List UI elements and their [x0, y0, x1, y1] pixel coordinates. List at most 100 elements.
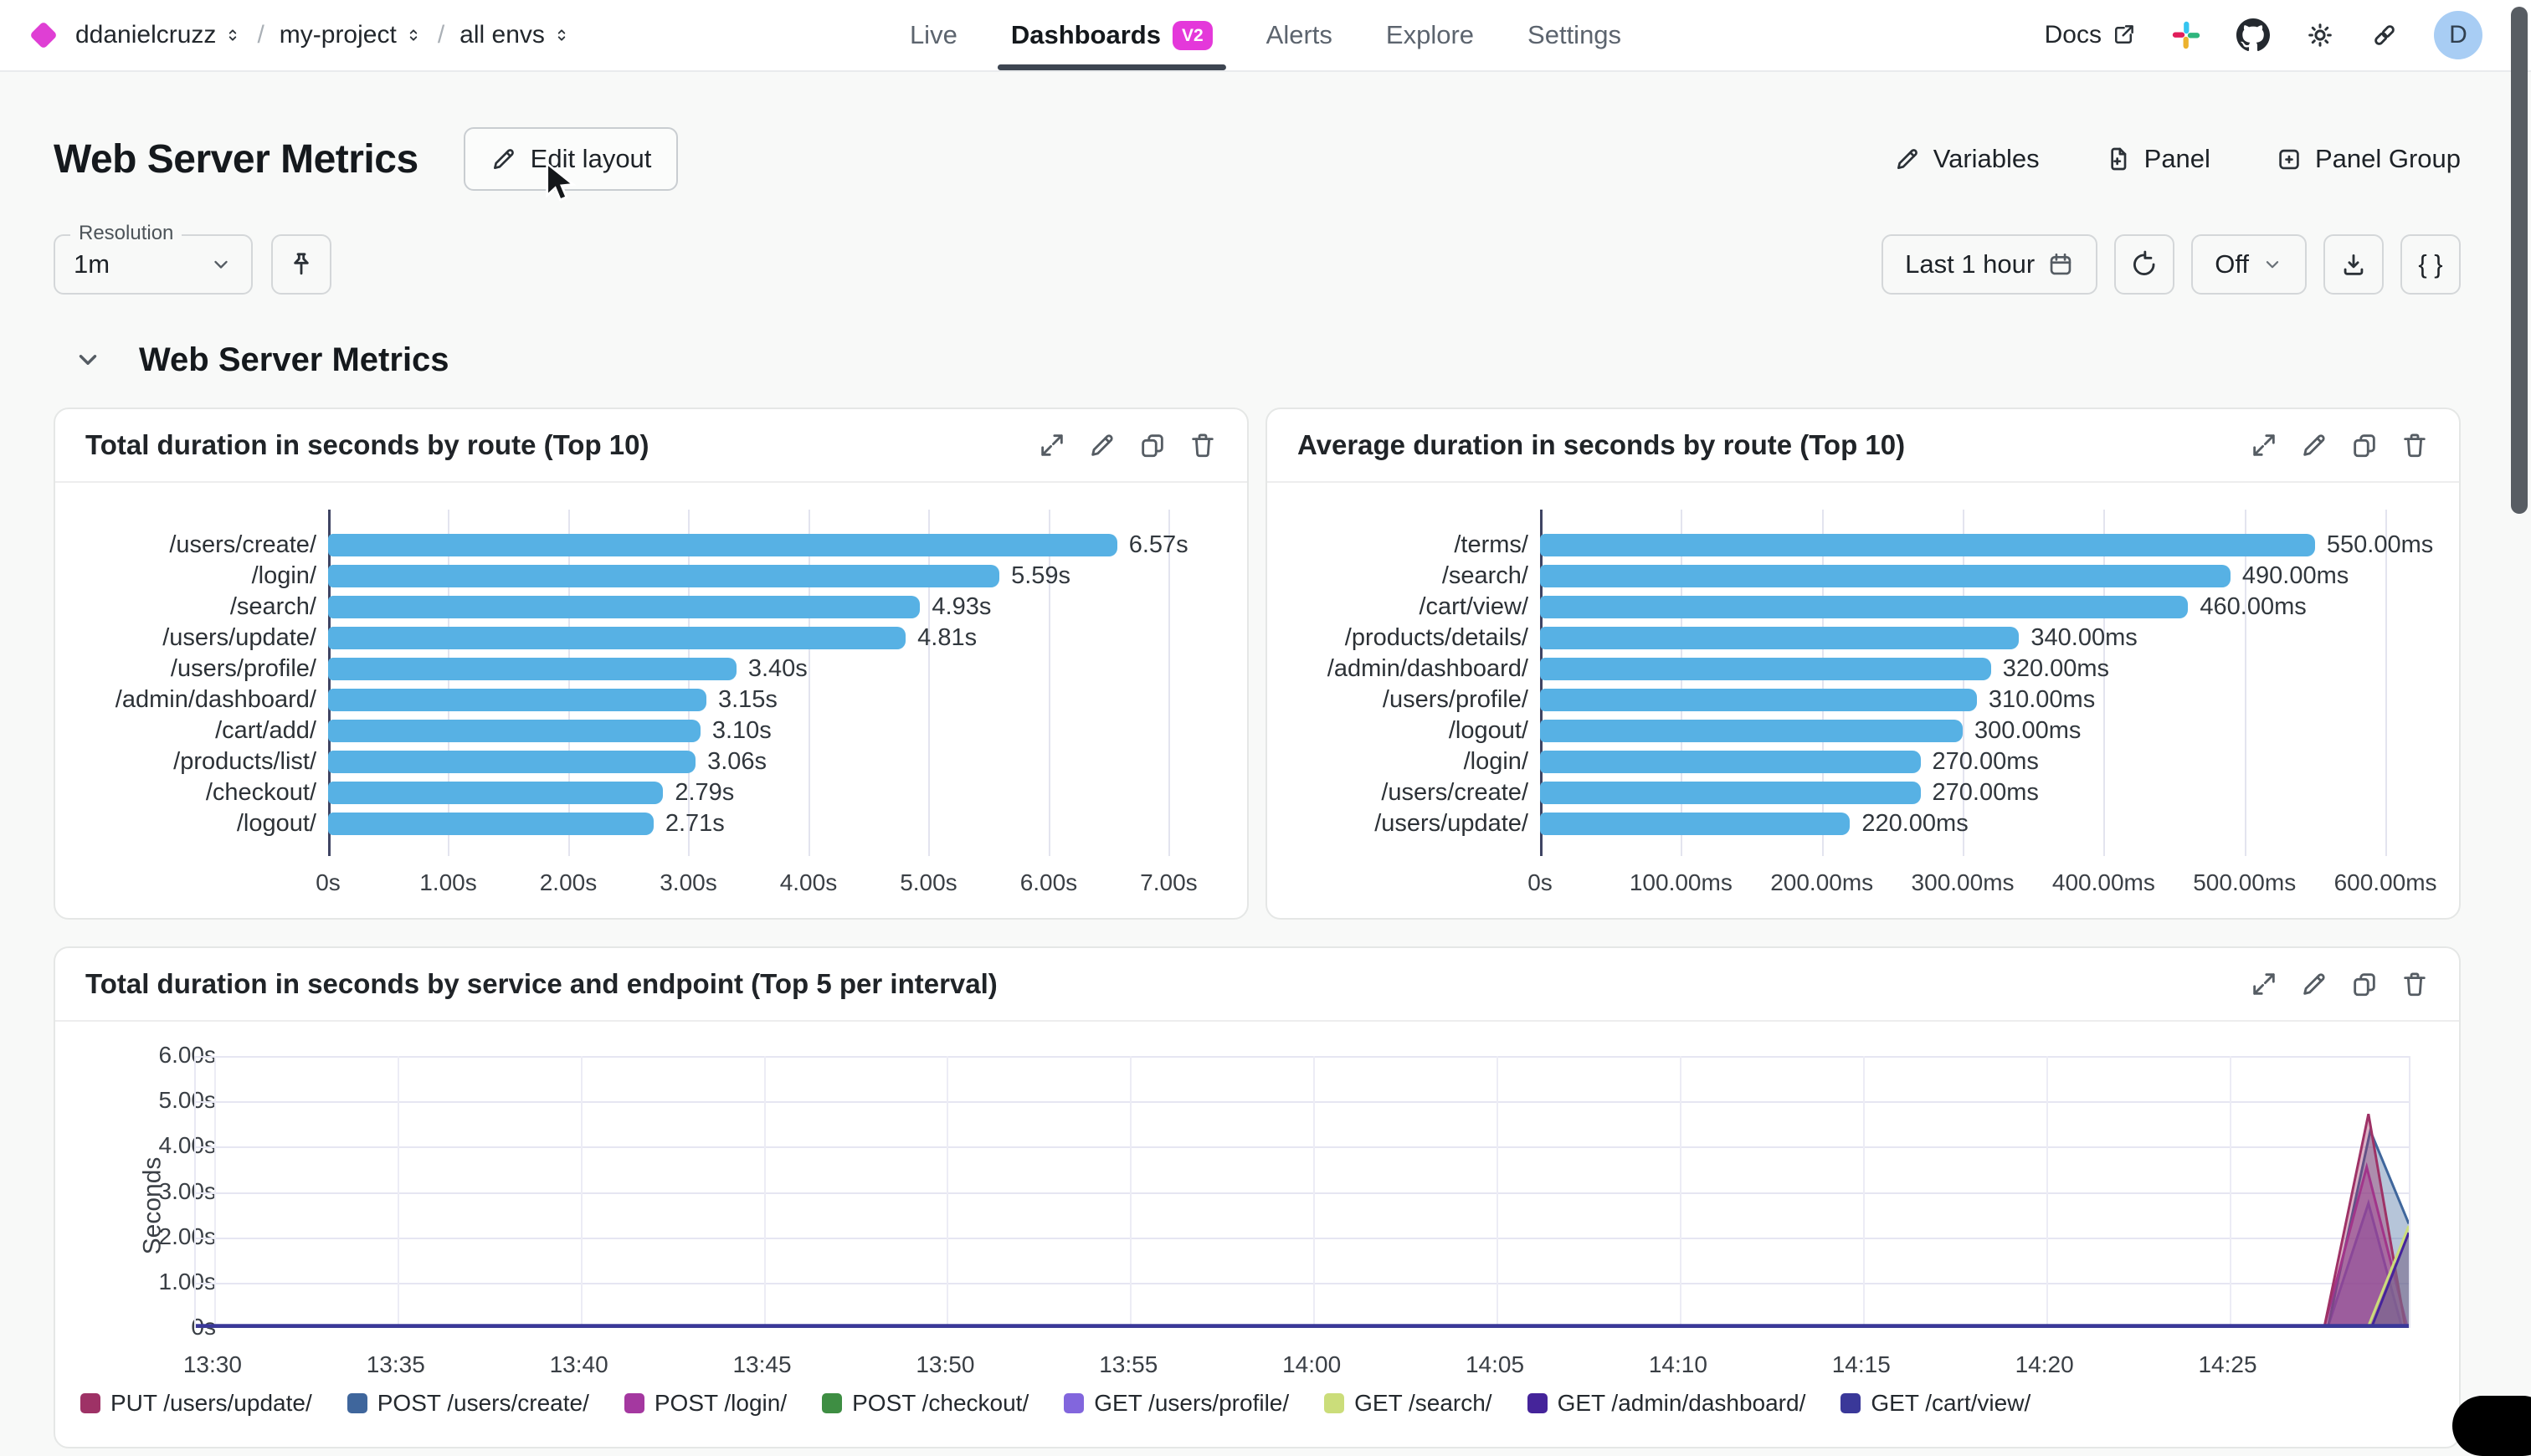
category-label: /users/update/	[1267, 808, 1528, 839]
user-avatar[interactable]: D	[2434, 11, 2482, 59]
tab-dashboards[interactable]: Dashboards V2	[1011, 0, 1213, 70]
legend-item[interactable]: GET /search/	[1324, 1390, 1491, 1417]
breadcrumb-project[interactable]: my-project	[280, 21, 423, 49]
delete-panel-icon[interactable]	[1188, 431, 1217, 459]
bar[interactable]	[328, 813, 654, 835]
series-area	[196, 1130, 2409, 1328]
bar[interactable]	[328, 689, 706, 711]
corner-widget[interactable]	[2452, 1396, 2531, 1456]
bar[interactable]	[1540, 627, 2019, 649]
top-navigation-bar: ddanielcruzz / my-project / all envs Liv…	[0, 0, 2531, 72]
bar[interactable]	[1540, 782, 1921, 804]
bar[interactable]	[1540, 813, 1850, 835]
chevron-down-icon	[2261, 254, 2283, 275]
axis-tick-label: 7.00s	[1140, 869, 1198, 896]
pin-resolution-button[interactable]	[271, 234, 331, 295]
download-icon	[2339, 250, 2368, 279]
bar[interactable]	[328, 596, 920, 618]
bar[interactable]	[328, 782, 663, 804]
calendar-icon	[2047, 251, 2074, 278]
duplicate-panel-icon[interactable]	[2350, 970, 2379, 998]
legend-item[interactable]: GET /cart/view/	[1840, 1390, 2030, 1417]
timeseries-svg	[196, 1056, 2409, 1328]
bar[interactable]	[328, 627, 906, 649]
add-panel-group-button[interactable]: Panel Group	[2276, 144, 2461, 174]
time-range-button[interactable]: Last 1 hour	[1882, 234, 2097, 295]
download-button[interactable]	[2323, 234, 2384, 295]
bar[interactable]	[1540, 689, 1977, 711]
edit-panel-icon[interactable]	[2300, 431, 2328, 459]
expand-icon[interactable]	[1038, 431, 1066, 459]
edit-panel-icon[interactable]	[1088, 431, 1117, 459]
external-link-icon	[2111, 23, 2136, 48]
bar-value-label: 2.71s	[665, 810, 725, 838]
tab-live-label: Live	[910, 20, 957, 50]
delete-panel-icon[interactable]	[2400, 970, 2429, 998]
bar-value-label: 310.00ms	[1989, 686, 2095, 714]
axis-tick-label: 6.00s	[1020, 869, 1078, 896]
edit-panel-icon[interactable]	[2300, 970, 2328, 998]
tab-alerts[interactable]: Alerts	[1266, 0, 1332, 70]
delete-panel-icon[interactable]	[2400, 431, 2429, 459]
panel-label: Panel	[2144, 144, 2210, 174]
legend-swatch	[347, 1393, 367, 1413]
bar[interactable]	[328, 534, 1117, 556]
timeseries-plot-area[interactable]	[194, 1056, 2410, 1328]
bar-chart-total-duration-by-route: /users/create//login//search//users/upda…	[55, 508, 1247, 900]
x-axis: 0s1.00s2.00s3.00s4.00s5.00s6.00s7.00s	[328, 864, 1223, 900]
json-view-button[interactable]: { }	[2400, 234, 2461, 295]
breadcrumb-org[interactable]: ddanielcruzz	[75, 21, 242, 49]
expand-icon[interactable]	[2250, 431, 2278, 459]
axis-tick-label: 100.00ms	[1630, 869, 1733, 896]
tab-settings[interactable]: Settings	[1527, 0, 1621, 70]
bar[interactable]	[328, 658, 737, 680]
legend-item[interactable]: GET /admin/dashboard/	[1527, 1390, 1806, 1417]
edit-layout-button[interactable]: Edit layout	[464, 127, 679, 191]
docs-link[interactable]: Docs	[2045, 21, 2136, 49]
axis-tick-label: 4.00s	[780, 869, 838, 896]
auto-refresh-select[interactable]: Off	[2191, 234, 2307, 295]
duplicate-panel-icon[interactable]	[1138, 431, 1167, 459]
bar[interactable]	[1540, 565, 2231, 587]
legend-item[interactable]: GET /users/profile/	[1064, 1390, 1289, 1417]
axis-tick-label: 5.00s	[900, 869, 957, 896]
category-label: /cart/view/	[1267, 592, 1528, 623]
bar[interactable]	[1540, 658, 1991, 680]
refresh-button[interactable]	[2114, 234, 2174, 295]
bar-row: 3.06s	[328, 746, 1223, 777]
panel-average-duration-by-route: Average duration in seconds by route (To…	[1266, 408, 2461, 920]
light-mode-icon[interactable]	[2305, 20, 2335, 50]
bar[interactable]	[328, 565, 999, 587]
share-link-icon[interactable]	[2370, 21, 2399, 49]
category-labels: /terms//search//cart/view//products/deta…	[1267, 510, 1528, 839]
bar-value-label: 320.00ms	[2003, 655, 2109, 683]
x-axis-tick-label: 14:20	[2015, 1351, 2074, 1378]
bar[interactable]	[1540, 751, 1921, 773]
tab-live[interactable]: Live	[910, 0, 957, 70]
sort-chevrons-icon	[404, 26, 423, 44]
legend-item[interactable]: POST /login/	[624, 1390, 787, 1417]
add-panel-button[interactable]: Panel	[2105, 144, 2210, 174]
legend-item[interactable]: POST /checkout/	[822, 1390, 1029, 1417]
github-icon[interactable]	[2236, 18, 2270, 52]
legend-item[interactable]: PUT /users/update/	[80, 1390, 312, 1417]
slack-icon[interactable]	[2171, 20, 2201, 50]
resolution-select[interactable]: Resolution 1m	[54, 234, 253, 295]
bar[interactable]	[1540, 720, 1963, 742]
bar[interactable]	[1540, 596, 2188, 618]
collapse-chevron-icon[interactable]	[74, 346, 102, 374]
bar-rows: 550.00ms490.00ms460.00ms340.00ms320.00ms…	[1540, 510, 2435, 839]
app-logo-icon[interactable]	[29, 21, 58, 49]
bar[interactable]	[1540, 534, 2315, 556]
vertical-scrollbar[interactable]	[2511, 7, 2528, 514]
bar[interactable]	[328, 751, 696, 773]
expand-icon[interactable]	[2250, 970, 2278, 998]
tab-explore[interactable]: Explore	[1386, 0, 1474, 70]
duplicate-panel-icon[interactable]	[2350, 431, 2379, 459]
bar[interactable]	[328, 720, 701, 742]
legend-item[interactable]: POST /users/create/	[347, 1390, 589, 1417]
variables-button[interactable]: Variables	[1894, 144, 2040, 174]
breadcrumb-env[interactable]: all envs	[459, 21, 571, 49]
series-area	[196, 1226, 2409, 1328]
pin-icon	[287, 250, 316, 279]
